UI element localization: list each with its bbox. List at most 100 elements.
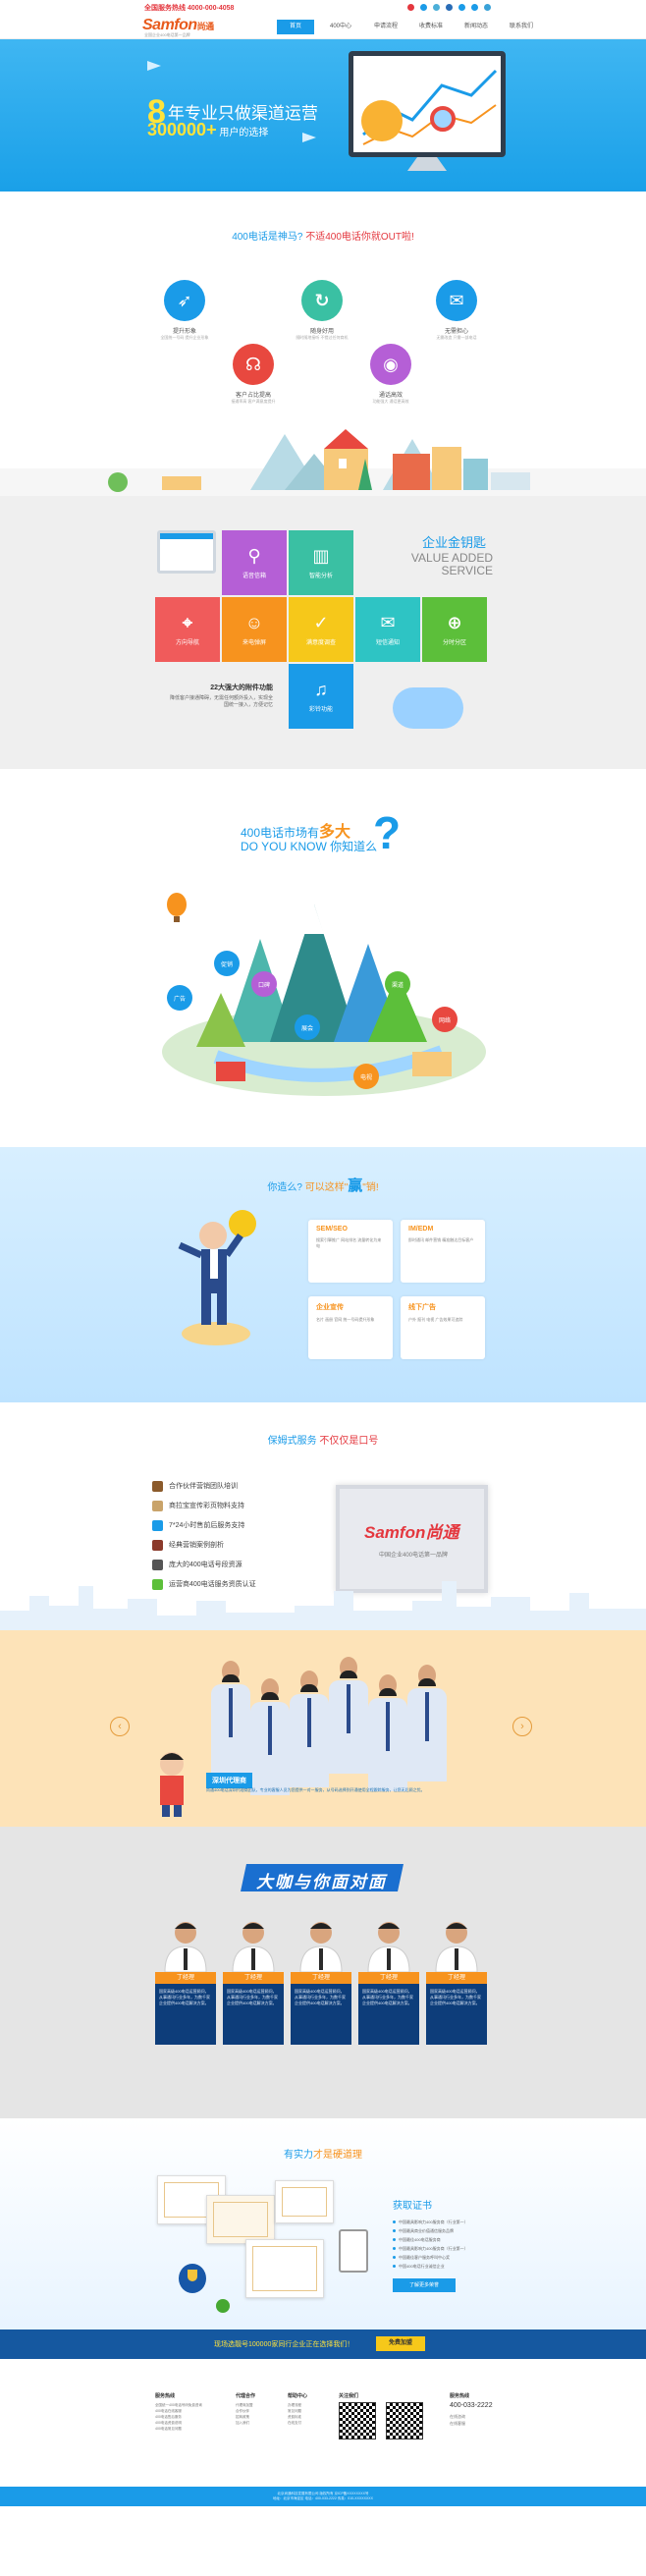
tile-sms[interactable]: ✉ 短信通知: [355, 597, 420, 662]
feature-summary: 22大强大的附件功能 降低客户接通障碍，无需任何额外投入，实现全国统一接入，方便…: [167, 683, 273, 708]
nav-item-news[interactable]: 新闻动态: [458, 20, 495, 34]
tile-survey[interactable]: ✓ 满意度调查: [289, 597, 353, 662]
card-sem[interactable]: SEM/SEO 搜索引擎推广 网站排名 流量转化为来电: [308, 1220, 393, 1283]
card-desc: 户外 报刊 电视 广告效果可追踪: [408, 1317, 463, 1322]
certificate: [206, 2195, 275, 2244]
strength-section: 有实力才是硬道理 获取证书 中国最具影响力400服务商（行业第一） 中国最具商业…: [0, 2118, 646, 2329]
nav-item-process[interactable]: 申请流程: [367, 20, 404, 34]
tile-popup[interactable]: ☺ 来电弹屏: [222, 597, 287, 662]
qq-icon[interactable]: [420, 4, 427, 11]
paper-plane-icon: [147, 61, 161, 71]
renren-icon[interactable]: [446, 4, 453, 11]
feature-desc: 随时随地接听 不错过任何商机: [296, 335, 349, 340]
person-hair: [340, 1671, 357, 1678]
feature-title: 客户占比提高: [235, 393, 271, 399]
section-title: 企业金钥匙: [422, 535, 487, 550]
businessman-illustration: [178, 1210, 256, 1345]
team-member: [329, 1657, 368, 1774]
share-icon[interactable]: [471, 4, 478, 11]
list-item-label: 合作伙伴营销团队培训: [169, 1483, 238, 1490]
title-part-b: 不适400电话你就OUT啦!: [305, 232, 414, 243]
next-arrow-icon[interactable]: ›: [512, 1717, 532, 1736]
join-button[interactable]: 免费加盟: [376, 2336, 425, 2351]
footer-column-title: 代理合作: [236, 2393, 256, 2399]
chat-bubble-icon: ◉: [370, 344, 411, 385]
wechat-icon[interactable]: [484, 4, 491, 11]
list-item-label: 经典营销案例剖析: [169, 1542, 224, 1549]
footer-column: 关注我们: [339, 2392, 358, 2402]
team-member: [290, 1671, 329, 1787]
nav-item-pricing[interactable]: 收费标准: [412, 20, 450, 34]
weibo-icon[interactable]: [407, 4, 414, 11]
tencent-weibo-icon[interactable]: [433, 4, 440, 11]
more-honors-button[interactable]: 了解更多荣誉: [393, 2278, 456, 2292]
cert-item-label: 中国最具商业价值通信服务品牌: [399, 2228, 454, 2233]
card-offline[interactable]: 线下广告 户外 报刊 电视 广告效果可追踪: [401, 1296, 485, 1359]
cta-bar: 现场选靓号100000家同行企业正在选择我们！ 免费加盟: [0, 2329, 646, 2359]
chat-icon: ✉: [436, 280, 477, 321]
plaque-logo: Samfon尚通: [364, 1523, 459, 1542]
footer-link[interactable]: 在线支付: [288, 2420, 307, 2426]
expert-photo: [291, 1915, 351, 1973]
brochure-icon: [152, 1501, 163, 1511]
chart-icon: ▥: [312, 546, 330, 566]
expert-card[interactable]: 丁经理 国家高级400电话运营顾问，从事通讯行业多年，为数千家企业提供400电话…: [358, 1915, 419, 2045]
nav-item-home[interactable]: 首页: [277, 20, 314, 34]
logo-cn: 尚通: [196, 22, 215, 31]
cert-item-label: 中国最佳400电话服务商: [399, 2237, 441, 2242]
online-service-link[interactable]: 在线客服: [450, 2420, 493, 2427]
tile-navigation[interactable]: ⌖ 方向导航: [155, 597, 220, 662]
expert-photo: [155, 1915, 216, 1973]
team-member: [407, 1665, 447, 1781]
certificate: [275, 2180, 334, 2223]
online-consult-link[interactable]: 在线咨询: [450, 2413, 493, 2420]
list-item: 商拉宝宣传彩页物料支持: [152, 1501, 256, 1520]
tile-time-zone[interactable]: ⊕ 分时分区: [422, 597, 487, 662]
cert-item: 中国最具影响力400服务商（行业第一）: [393, 2218, 468, 2226]
nav-item-contact[interactable]: 联系我们: [503, 20, 540, 34]
cert-item-label: 中国最佳客户服务呼叫中心奖: [399, 2255, 450, 2260]
nav-item-400[interactable]: 400中心: [322, 20, 359, 34]
expert-portrait: [232, 1922, 275, 1973]
person-body: [290, 1694, 329, 1787]
prev-arrow-icon[interactable]: ‹: [110, 1717, 130, 1736]
person-body: [368, 1698, 407, 1791]
mail-icon: ✉: [380, 613, 396, 632]
mountain-landscape-illustration: [162, 893, 486, 1096]
feature-title: 随身好用: [309, 329, 334, 335]
tile-voicemail[interactable]: ⚲ 语音信箱: [222, 530, 287, 595]
monitor-stand: [407, 157, 447, 171]
expert-desc: 国家高级400电话运营顾问，从事通讯行业多年，为数千家企业提供400电话解决方案…: [426, 1984, 487, 2045]
card-im[interactable]: IM/EDM 即时通讯 邮件营销 精准触达目标客户: [401, 1220, 485, 1283]
person-hair: [222, 1674, 240, 1682]
person-hair: [261, 1692, 279, 1700]
card-corp[interactable]: 企业宣传 名片 画册 官网 统一号码提升形象: [308, 1296, 393, 1359]
footer-column-title: 服务热线: [155, 2393, 176, 2399]
list-item-label: 7*24小时售前后服务支持: [169, 1522, 245, 1529]
team-member: [250, 1678, 290, 1795]
plaque-text: 中国企业400电话第一品牌: [378, 1553, 448, 1559]
expert-card[interactable]: 丁经理 国家高级400电话运营顾问，从事通讯行业多年，为数千家企业提供400电话…: [426, 1915, 487, 2045]
tile-ringtone[interactable]: ♫ 彩铃功能: [289, 664, 353, 729]
footer-link[interactable]: 加入我们: [236, 2420, 255, 2426]
expert-card[interactable]: 丁经理 国家高级400电话运营顾问，从事通讯行业多年，为数千家企业提供400电话…: [155, 1915, 216, 2045]
rss-icon[interactable]: [458, 4, 465, 11]
trophy-icon: [179, 2264, 206, 2293]
expert-desc: 国家高级400电话运营顾问，从事通讯行业多年，为数千家企业提供400电话解决方案…: [155, 1984, 216, 2045]
feature-item: ◉ 通话高效 功能强大 通话更高效: [351, 344, 430, 405]
team-member: [211, 1661, 250, 1778]
person-hair: [379, 1688, 397, 1696]
expert-card[interactable]: 丁经理 国家高级400电话运营顾问，从事通讯行业多年，为数千家企业提供400电话…: [291, 1915, 351, 2045]
experts-section: 大咖与你面对面 丁经理 国家高级400电话运营顾问，从事通讯行业多年，为数千家企…: [0, 1827, 646, 2118]
cloud-refresh-icon: ↻: [301, 280, 343, 321]
footer-column-title: 帮助中心: [288, 2393, 308, 2399]
footer-link[interactable]: 400电话常见问题: [155, 2426, 202, 2432]
card-title: IM/EDM: [408, 1226, 434, 1233]
clock-icon: [152, 1520, 163, 1531]
agent-desc: 尚通400电话深圳代理商团队，专业的客服人员为您提供一对一服务，从号码选择到开通…: [206, 1787, 425, 1792]
tile-analysis[interactable]: ▥ 智能分析: [289, 530, 353, 595]
expert-card[interactable]: 丁经理 国家高级400电话运营顾问，从事通讯行业多年，为数千家企业提供400电话…: [223, 1915, 284, 2045]
bullet-icon: [393, 2265, 396, 2269]
tile-label: 语音信箱: [242, 574, 266, 579]
cert-item-label: 中国400电话行业诚信企业: [399, 2264, 445, 2269]
